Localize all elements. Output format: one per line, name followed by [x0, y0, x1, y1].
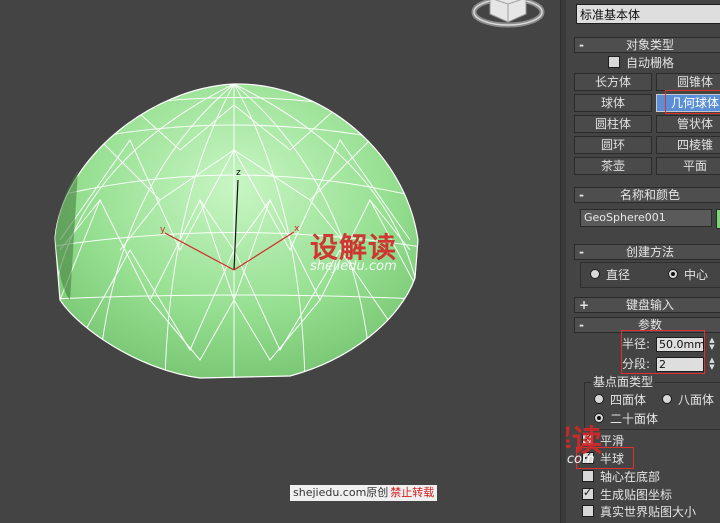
plane-button[interactable]: 平面	[656, 157, 720, 175]
radio-icosa[interactable]: 二十面体	[594, 412, 658, 426]
tube-button[interactable]: 管状体	[656, 115, 720, 133]
radio-octa-label: 八面体	[678, 393, 715, 407]
radio-diameter[interactable]: 直径	[590, 268, 630, 282]
category-dropdown[interactable]: 标准基本体	[576, 4, 720, 24]
perspective-viewport[interactable]: z y x 设解读 shejiedu.com shejiedu.com原创 禁止转…	[0, 0, 560, 523]
credit-banner: shejiedu.com原创 禁止转载	[290, 485, 438, 501]
checkbox-box	[582, 470, 594, 482]
gen-map-label: 生成贴图坐标	[600, 488, 673, 502]
checkbox-box	[582, 505, 594, 517]
radio-octa[interactable]: 八面体	[662, 393, 714, 407]
geodesic-group-title: 基点面类型	[591, 375, 656, 389]
rollout-keyboard-entry[interactable]: + 键盘输入	[574, 297, 720, 313]
watermark-site-text: shejiedu.com	[566, 452, 595, 467]
smooth-label: 平滑	[600, 434, 625, 448]
checkbox-box	[608, 56, 620, 68]
highlight-radius-segments	[621, 330, 705, 374]
highlight-geosphere	[665, 90, 720, 114]
pyramid-button[interactable]: 四棱锥	[656, 136, 720, 154]
credit-site: shejiedu.com	[293, 486, 367, 499]
real-world-label: 真实世界贴图大小	[600, 505, 697, 519]
base-pivot-label: 轴心在底部	[600, 470, 661, 484]
rollout-title: 键盘输入	[625, 298, 674, 312]
sphere-button[interactable]: 球体	[574, 94, 652, 112]
radio-tetra-label: 四面体	[610, 393, 647, 407]
checkbox-box	[582, 486, 594, 500]
torus-button[interactable]: 圆环	[574, 136, 652, 154]
axis-y-label: y	[160, 225, 166, 235]
autogrid-label: 自动栅格	[626, 56, 675, 70]
radio-dot	[594, 394, 604, 404]
box-button[interactable]: 长方体	[574, 73, 652, 91]
rollout-creation-method[interactable]: - 创建方法	[574, 244, 720, 260]
axis-x-label: x	[294, 224, 300, 234]
viewcube-icon[interactable]	[471, 0, 545, 28]
rollout-title: 名称和颜色	[619, 188, 680, 202]
object-name-input[interactable]: GeoSphere001	[580, 209, 712, 227]
radio-tetra[interactable]: 四面体	[594, 393, 646, 407]
real-world-map-checkbox[interactable]: 真实世界贴图大小	[582, 505, 696, 519]
base-pivot-checkbox[interactable]: 轴心在底部	[582, 470, 660, 484]
watermark-site-text: shejiedu.com	[310, 259, 397, 274]
teapot-button[interactable]: 茶壶	[574, 157, 652, 175]
radio-center-label: 中心	[684, 268, 709, 282]
rollout-title: 对象类型	[625, 38, 674, 52]
segments-spinner[interactable]: ▲ ▼	[708, 357, 716, 372]
object-color-swatch[interactable]	[716, 209, 720, 229]
autogrid-checkbox[interactable]: 自动栅格	[608, 56, 674, 70]
cone-button[interactable]: 圆锥体	[656, 73, 720, 91]
gen-map-coords-checkbox[interactable]: 生成贴图坐标	[582, 486, 673, 502]
rollout-name-color[interactable]: - 名称和颜色	[574, 187, 720, 203]
rollout-title: 创建方法	[625, 245, 674, 259]
credit-no-repost: 禁止转载	[390, 486, 435, 499]
radius-spinner[interactable]: ▲ ▼	[708, 337, 716, 352]
viewport-canvas: z y x	[54, 0, 545, 379]
radio-icosa-label: 二十面体	[610, 412, 659, 426]
rollout-object-type[interactable]: - 对象类型	[574, 37, 720, 53]
cylinder-button[interactable]: 圆柱体	[574, 115, 652, 133]
radio-center[interactable]: 中心	[668, 268, 708, 282]
credit-original: 原创	[366, 486, 389, 499]
axis-z-label: z	[236, 168, 241, 178]
radio-dot	[662, 394, 672, 404]
command-panel: 标准基本体 - 对象类型 自动栅格 长方体 圆锥体 球体 几何球体 圆柱体 管状…	[566, 0, 720, 523]
radio-dot	[668, 269, 678, 279]
radio-dot	[590, 269, 600, 279]
radio-diameter-label: 直径	[606, 268, 631, 282]
